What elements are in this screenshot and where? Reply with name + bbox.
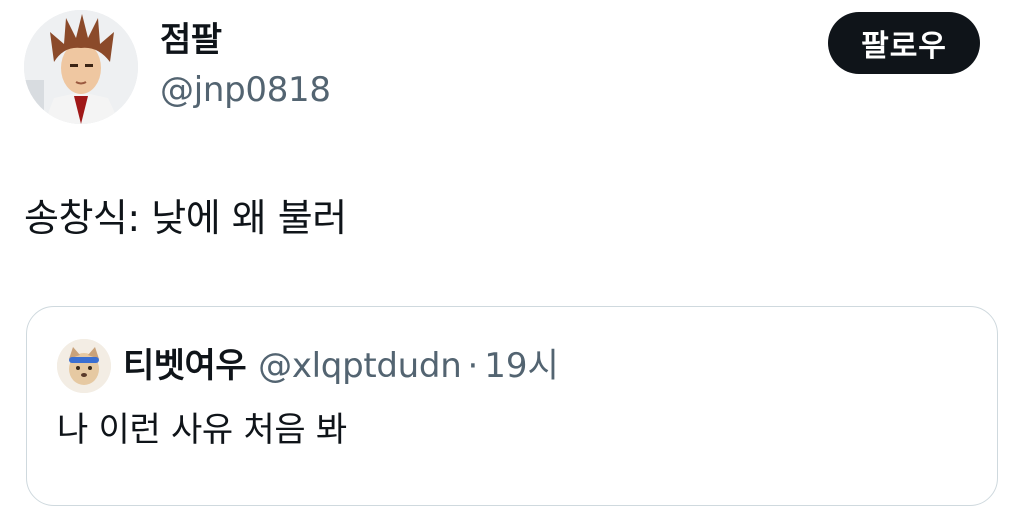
fox-avatar-icon: [57, 339, 111, 393]
author-avatar[interactable]: [24, 10, 138, 124]
follow-button[interactable]: 팔로우: [828, 12, 980, 74]
tweet-text: 송창식: 낮에 왜 불러: [24, 196, 347, 240]
quoted-tweet-card[interactable]: 티벳여우 @xlqptdudn · 19시 나 이런 사유 처음 봐: [26, 306, 998, 506]
quoted-tweet-text: 나 이런 사유 처음 봐: [57, 410, 347, 450]
quoted-author-handle[interactable]: @xlqptdudn: [258, 343, 462, 389]
quoted-author-name[interactable]: 티벳여우: [123, 343, 247, 389]
author-display-name[interactable]: 점팔: [160, 18, 222, 62]
quoted-tweet-time[interactable]: 19시: [484, 343, 559, 389]
quoted-author-avatar[interactable]: [57, 339, 111, 393]
separator-dot: ·: [467, 346, 479, 386]
author-handle[interactable]: @jnp0818: [160, 68, 331, 112]
quoted-tweet-header: 티벳여우 @xlqptdudn · 19시: [123, 343, 559, 389]
anime-character-avatar-icon: [24, 10, 138, 124]
